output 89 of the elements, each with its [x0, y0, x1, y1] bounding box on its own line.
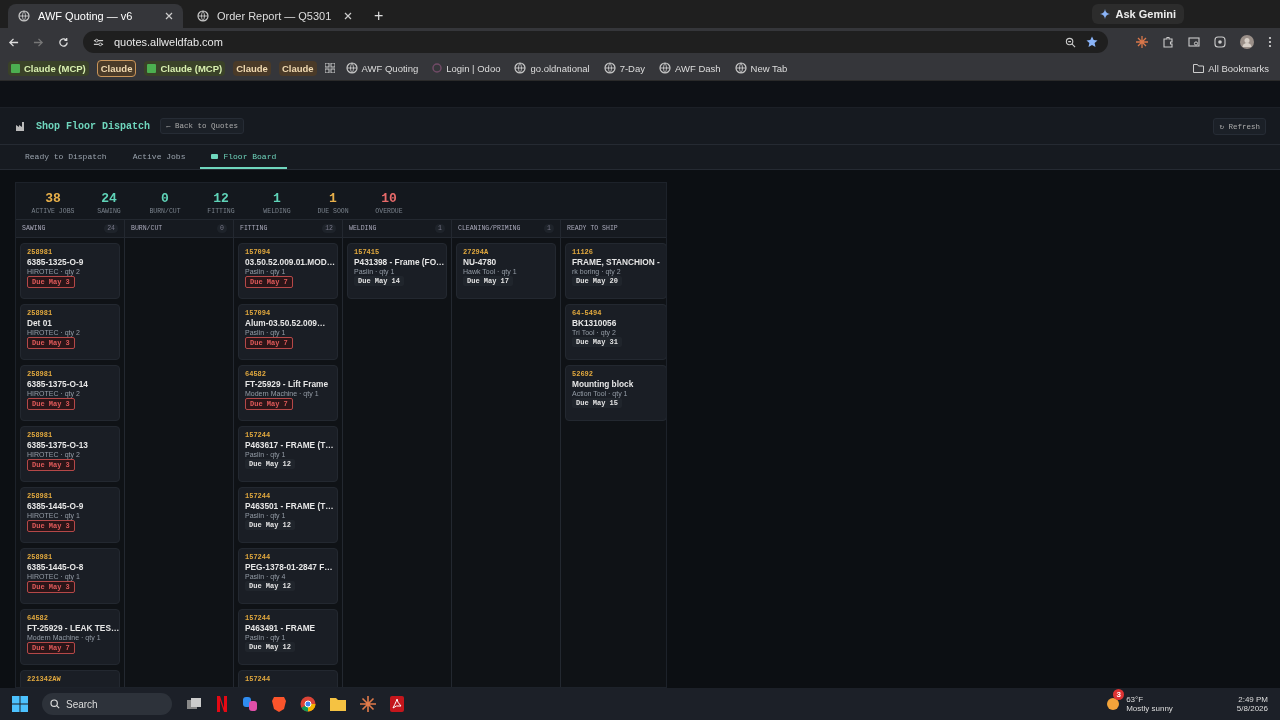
- star-icon[interactable]: [1086, 36, 1098, 48]
- job-title: FT-25929 - LEAK TES…: [27, 623, 120, 633]
- job-title: P431398 - Frame (FO…: [354, 257, 445, 267]
- stat-value: 24: [101, 191, 117, 206]
- chrome-icon[interactable]: [300, 696, 316, 712]
- task-view-icon[interactable]: [186, 697, 202, 711]
- bookmark-globe-icon: [734, 62, 747, 74]
- all-bookmarks-button[interactable]: All Bookmarks: [1190, 60, 1272, 76]
- bookmark-globe-icon: [345, 62, 358, 74]
- stat-value: 38: [45, 191, 61, 206]
- weather-icon[interactable]: [1105, 696, 1122, 712]
- bookmark-globe-icon: [659, 62, 671, 74]
- job-title: 6385-1375-O-13: [27, 440, 88, 450]
- view-tab[interactable]: Ready to Dispatch: [14, 145, 118, 169]
- browser-tab[interactable]: AWF Quoting — v6: [8, 4, 183, 28]
- forward-icon[interactable]: [33, 36, 44, 48]
- board-icon: [211, 153, 219, 159]
- bookmark[interactable]: AWF Quoting: [342, 60, 422, 76]
- apps-icon[interactable]: [324, 63, 335, 73]
- folder-icon: [1193, 63, 1205, 73]
- brave-icon[interactable]: [272, 696, 286, 712]
- weather-condition: Mostly sunny: [1126, 704, 1173, 713]
- job-title: FT-25929 - Lift Frame: [245, 379, 328, 389]
- bookmark[interactable]: AWF Dash: [656, 60, 724, 76]
- taskbar-search[interactable]: Search: [42, 693, 172, 715]
- job-title: P463491 - FRAME: [245, 623, 316, 633]
- tab-globe-icon: [197, 10, 209, 22]
- pdf-icon[interactable]: [390, 696, 404, 712]
- job-title: Alum-03.50.52.009…: [245, 318, 326, 328]
- new-tab-button[interactable]: +: [366, 4, 392, 28]
- menu-icon[interactable]: [1268, 36, 1272, 48]
- screen-search-icon[interactable]: [1188, 36, 1200, 48]
- stat-value: 12: [213, 191, 229, 206]
- bookmark[interactable]: Claude (MCP): [144, 60, 226, 76]
- reload-icon[interactable]: [58, 36, 69, 48]
- address-bar[interactable]: quotes.allweldfab.com: [83, 31, 1108, 53]
- clock-time: 2:49 PM: [1238, 695, 1268, 704]
- zoom-icon[interactable]: [1065, 36, 1076, 48]
- job-title: Mounting block: [572, 379, 634, 389]
- job-title: PEG-1378-01-2847 F…: [245, 562, 333, 572]
- view-tab[interactable]: Active Jobs: [121, 145, 197, 169]
- start-icon[interactable]: [12, 696, 28, 712]
- sunburst-icon[interactable]: [360, 696, 376, 712]
- stat-value: 1: [329, 191, 337, 206]
- stat-value: 0: [161, 191, 169, 206]
- sparkle-icon: [1100, 9, 1111, 19]
- bookmark[interactable]: Claude (MCP): [8, 60, 89, 76]
- close-icon[interactable]: [344, 12, 352, 20]
- bookmark[interactable]: Claude: [278, 60, 317, 76]
- tab-globe-icon: [18, 10, 30, 22]
- job-title: Det 01: [27, 318, 52, 328]
- bookmark-globe-icon: [603, 62, 616, 74]
- job-title: 6385-1325-O-9: [27, 257, 84, 267]
- copilot-icon[interactable]: [242, 696, 258, 712]
- job-title: 6385-1375-O-14: [27, 379, 88, 389]
- bookmark[interactable]: go.oldnational: [511, 60, 593, 76]
- view-tab[interactable]: Floor Board: [200, 145, 288, 169]
- bookmark[interactable]: Claude: [233, 60, 271, 76]
- back-icon[interactable]: [8, 36, 19, 48]
- notification-badge: 3: [1113, 689, 1125, 700]
- puzzle-icon[interactable]: [1162, 36, 1174, 48]
- avatar-icon[interactable]: [1240, 35, 1254, 49]
- ask-gemini-button[interactable]: Ask Gemini: [1092, 4, 1184, 24]
- job-title: 6385-1445-O-9: [27, 501, 84, 511]
- ring-icon: [432, 63, 443, 73]
- site-settings-icon[interactable]: [93, 36, 104, 48]
- job-title: P463501 - FRAME (T…: [245, 501, 334, 511]
- bookmark[interactable]: Login | Odoo: [429, 60, 504, 76]
- clock-date: 5/8/2026: [1236, 704, 1268, 713]
- job-title: FRAME, STANCHION -: [572, 257, 660, 267]
- job-title: BK1310056: [572, 318, 617, 328]
- bookmark[interactable]: New Tab: [731, 60, 791, 76]
- search-icon: [50, 699, 60, 709]
- netflix-icon[interactable]: [216, 696, 228, 712]
- stat-value: 10: [381, 191, 397, 206]
- page-title: Shop Floor Dispatch: [36, 120, 151, 132]
- job-title: NU-4780: [463, 257, 497, 267]
- stat-value: 1: [273, 191, 281, 206]
- close-icon[interactable]: [165, 12, 173, 20]
- bookmark[interactable]: Claude: [96, 59, 137, 77]
- folder-icon[interactable]: [330, 697, 346, 711]
- temperature: 63°F: [1126, 695, 1145, 704]
- bookmark-globe-icon: [514, 62, 527, 74]
- bookmark[interactable]: 7-Day: [600, 60, 648, 76]
- job-title: 6385-1445-O-8: [27, 562, 84, 572]
- job-title: 03.50.52.009.01.MOD…: [245, 257, 335, 267]
- job-title: P463617 - FRAME (T…: [245, 440, 334, 450]
- browser-tab[interactable]: Order Report — Q5301: [187, 4, 362, 28]
- factory-icon: [16, 121, 26, 131]
